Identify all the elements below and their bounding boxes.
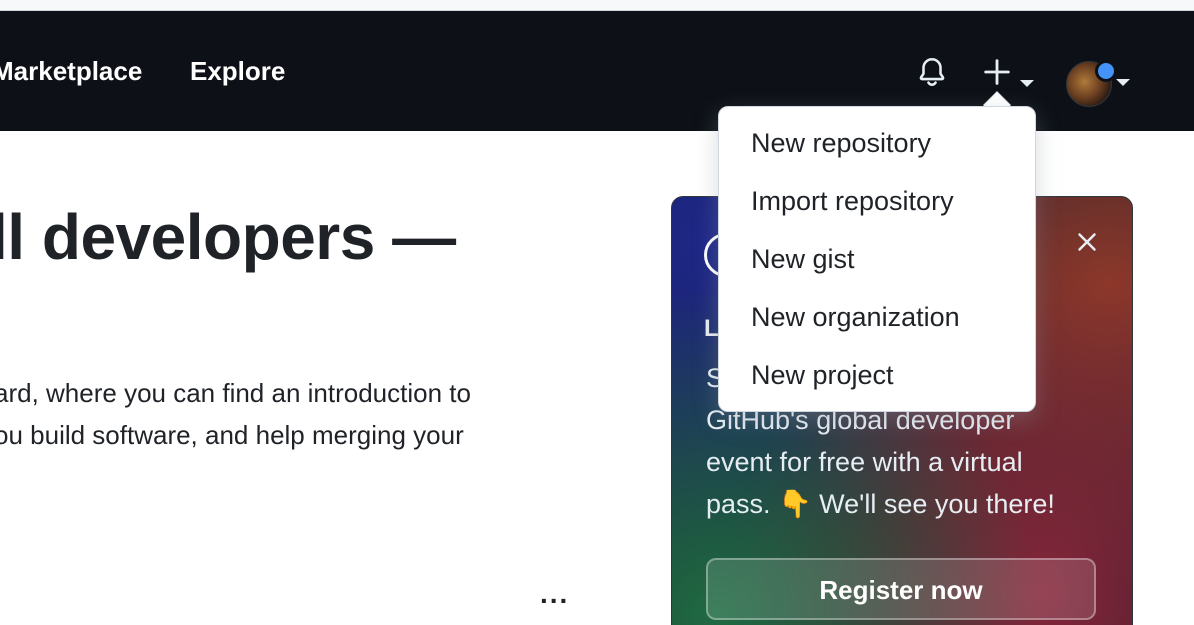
promo-line: pass. 👇 We'll see you there! xyxy=(706,489,1055,519)
intro-paragraph: ard, where you can find an introduction … xyxy=(0,372,554,456)
intro-line: ou build software, and help merging your xyxy=(0,420,464,450)
menu-item-new-repository[interactable]: New repository xyxy=(751,126,931,160)
nav-marketplace-link[interactable]: Marketplace xyxy=(0,54,142,88)
promo-line: event for free with a virtual xyxy=(706,447,1023,477)
intro-line: ard, where you can find an introduction … xyxy=(0,378,471,408)
nav-explore-link[interactable]: Explore xyxy=(190,54,285,88)
github-dashboard: Marketplace Explore ll developers — ard,… xyxy=(0,0,1194,625)
page-title: ll developers — xyxy=(0,201,456,273)
chevron-down-icon[interactable] xyxy=(1020,80,1034,87)
close-icon[interactable] xyxy=(1072,227,1102,257)
menu-item-new-project[interactable]: New project xyxy=(751,358,894,392)
menu-item-import-repository[interactable]: Import repository xyxy=(751,184,954,218)
menu-item-new-organization[interactable]: New organization xyxy=(751,300,960,334)
create-new-dropdown: New repository Import repository New gis… xyxy=(718,106,1036,412)
register-now-button[interactable]: Register now xyxy=(706,558,1096,620)
more-options-button[interactable]: ... xyxy=(540,578,569,610)
bell-icon[interactable] xyxy=(915,55,949,89)
plus-icon[interactable] xyxy=(980,55,1014,89)
menu-item-new-gist[interactable]: New gist xyxy=(751,242,855,276)
status-dot-icon xyxy=(1095,60,1117,82)
chevron-down-icon[interactable] xyxy=(1116,79,1130,86)
top-border xyxy=(0,0,1194,11)
promo-kicker: L xyxy=(704,315,719,342)
dropdown-pointer xyxy=(983,92,1011,106)
